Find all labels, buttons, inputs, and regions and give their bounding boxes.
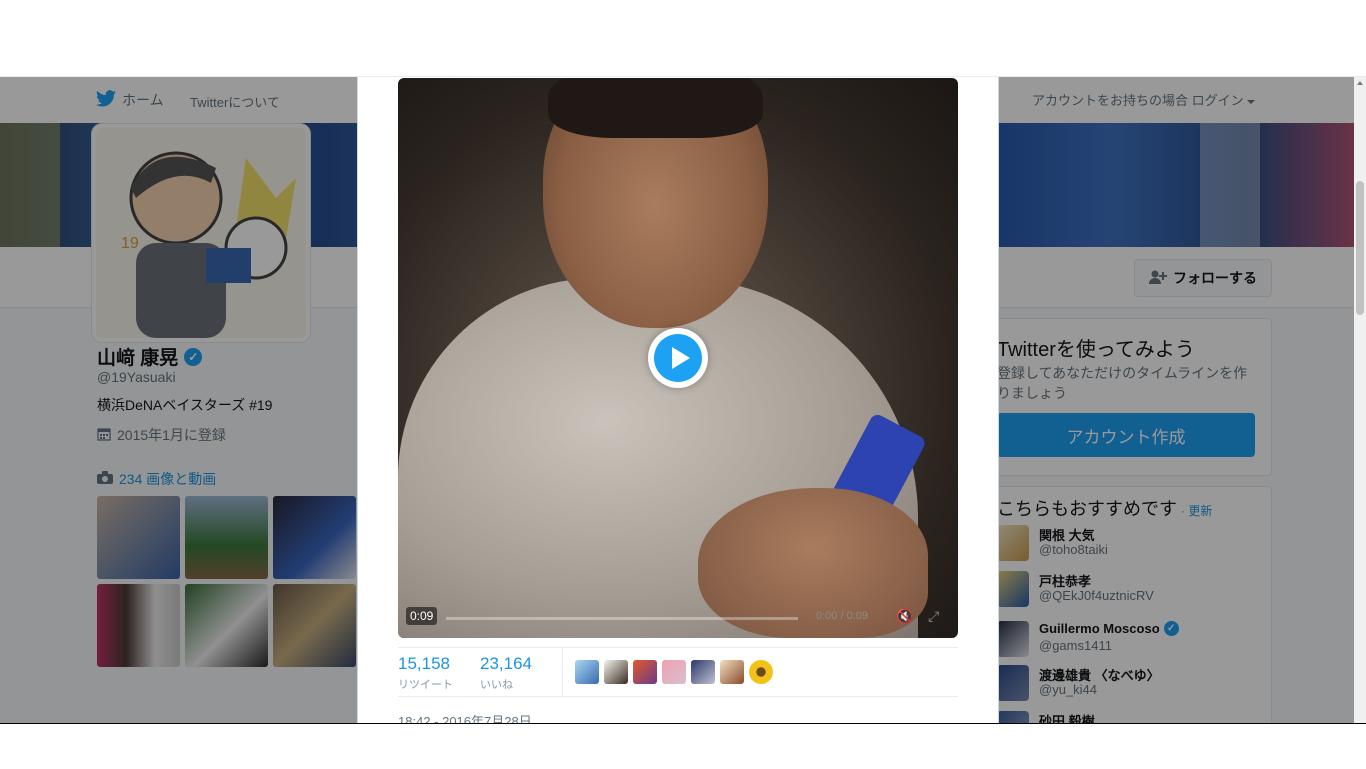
- browser-top-area: [0, 0, 1366, 77]
- tweet-modal: 0:09 0:00 / 0:09 🔇 ⤢ 15,158 リツイート 23,164…: [357, 77, 999, 729]
- avatar[interactable]: [749, 660, 773, 684]
- liker-avatars: [575, 660, 773, 684]
- likes-count: 23,164: [480, 654, 532, 673]
- avatar[interactable]: [691, 660, 715, 684]
- likes-stat[interactable]: 23,164 いいね: [480, 654, 532, 692]
- video-time: 0:00 / 0:09: [816, 610, 868, 622]
- duration-badge: 0:09: [406, 607, 438, 625]
- scrollbar[interactable]: [1354, 77, 1366, 723]
- mute-icon[interactable]: 🔇: [896, 608, 916, 626]
- avatar[interactable]: [662, 660, 686, 684]
- scrollbar-thumb[interactable]: [1356, 181, 1364, 315]
- scroll-up-arrow-icon[interactable]: [1357, 81, 1363, 85]
- video-frame-hair: [548, 78, 763, 138]
- play-icon: [654, 334, 702, 382]
- play-button[interactable]: [648, 328, 708, 388]
- retweets-stat[interactable]: 15,158 リツイート: [398, 654, 453, 692]
- stats-divider: [562, 648, 563, 696]
- avatar[interactable]: [575, 660, 599, 684]
- avatar[interactable]: [720, 660, 744, 684]
- tweet-stats: 15,158 リツイート 23,164 いいね: [398, 647, 958, 697]
- retweets-label: リツイート: [398, 679, 453, 691]
- likes-label: いいね: [480, 679, 513, 691]
- avatar[interactable]: [633, 660, 657, 684]
- avatar[interactable]: [604, 660, 628, 684]
- video-controls: 0:09 0:00 / 0:09 🔇 ⤢: [398, 604, 958, 634]
- fullscreen-icon[interactable]: ⤢: [928, 608, 948, 626]
- browser-bottom-area: [0, 723, 1366, 769]
- video-player[interactable]: 0:09 0:00 / 0:09 🔇 ⤢: [398, 78, 958, 638]
- video-progress-track[interactable]: [446, 617, 798, 620]
- retweets-count: 15,158: [398, 654, 450, 673]
